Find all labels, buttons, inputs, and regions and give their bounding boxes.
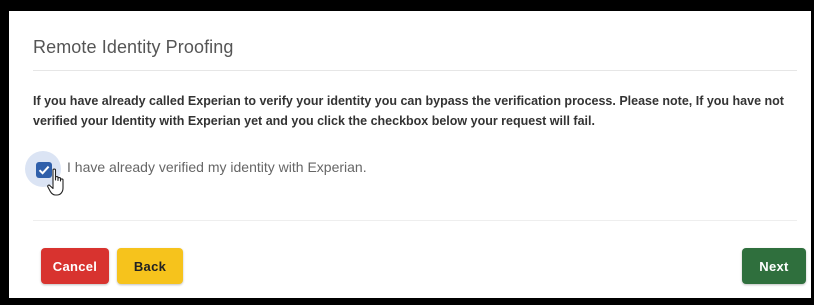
back-button[interactable]: Back xyxy=(117,248,183,284)
hand-pointer-icon xyxy=(47,168,64,196)
next-button[interactable]: Next xyxy=(742,248,806,284)
identity-proofing-panel: Remote Identity Proofing If you have alr… xyxy=(9,11,811,298)
page-title: Remote Identity Proofing xyxy=(33,37,234,57)
verified-identity-label[interactable]: I have already verified my identity with… xyxy=(67,159,367,175)
title-divider xyxy=(33,70,797,71)
cancel-button[interactable]: Cancel xyxy=(41,248,109,284)
footer-divider xyxy=(33,220,797,221)
bypass-notice: If you have already called Experian to v… xyxy=(33,94,784,128)
